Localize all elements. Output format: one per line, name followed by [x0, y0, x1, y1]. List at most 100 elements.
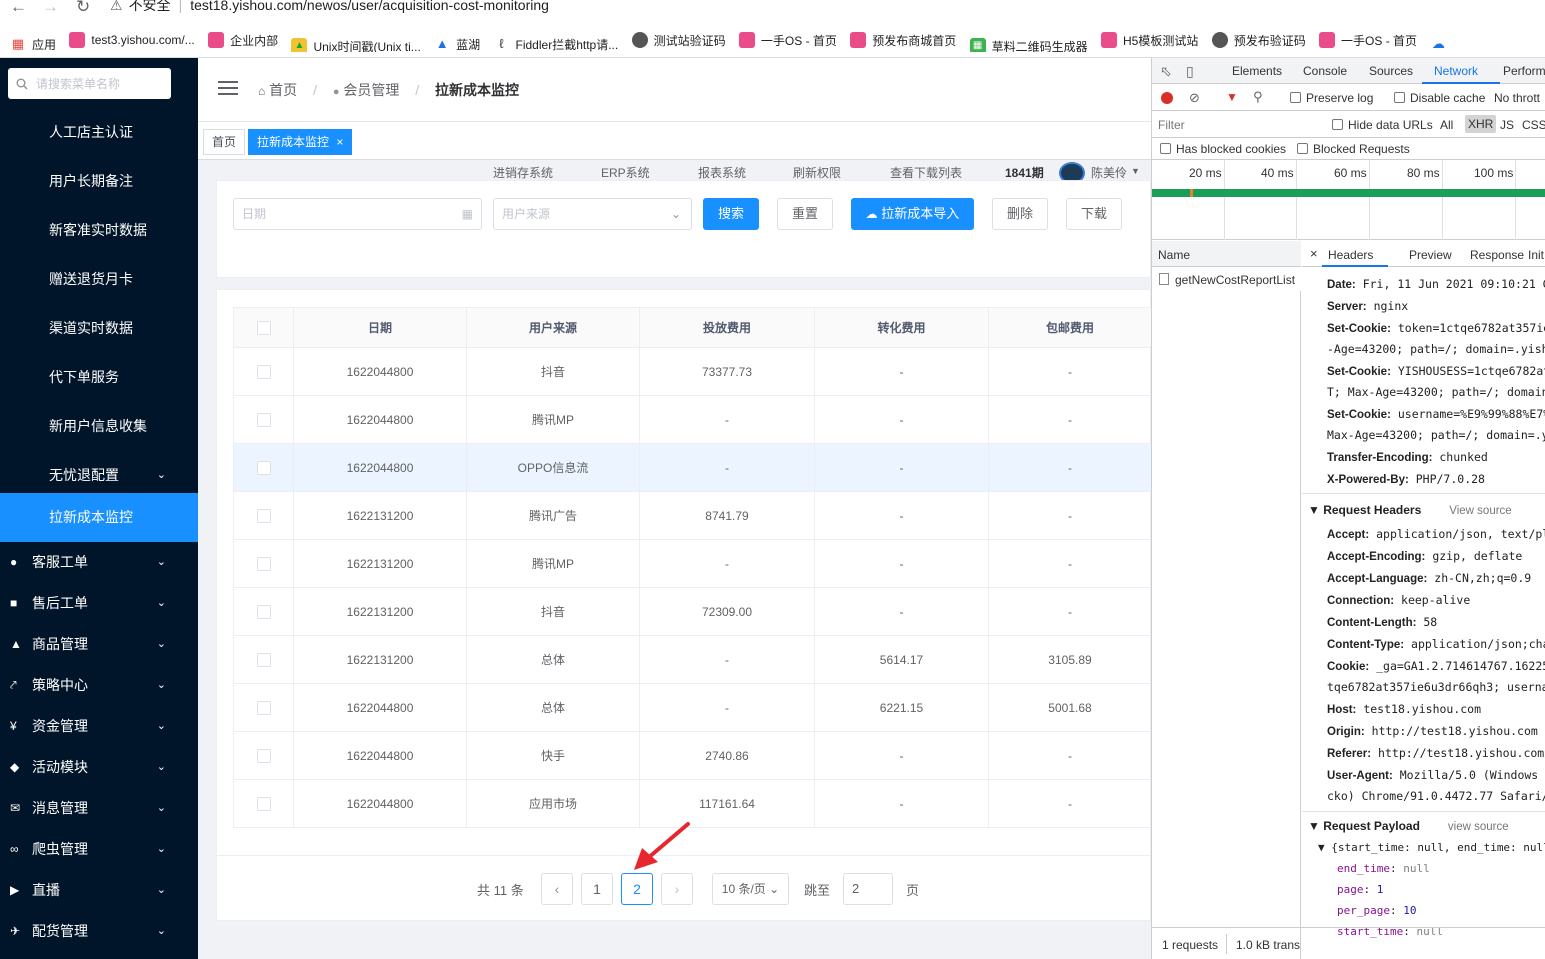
- detail-tab-response[interactable]: Response: [1470, 248, 1524, 262]
- type-js[interactable]: JS: [1500, 118, 1514, 132]
- menu-download-list[interactable]: 查看下载列表: [890, 164, 962, 181]
- sidebar-item-channel-data[interactable]: 渠道实时数据: [0, 304, 198, 353]
- payload-summary[interactable]: ▼ {start_time: null, end_time: null: [1318, 841, 1545, 854]
- address-bar[interactable]: ⚠ 不安全 | test18.yishou.com/newos/user/acquis…: [110, 0, 1210, 16]
- reload-icon[interactable]: ↻: [76, 0, 90, 17]
- row-checkbox[interactable]: [256, 748, 271, 763]
- inspect-icon[interactable]: ⬁: [1160, 63, 1172, 80]
- user-name[interactable]: 陈美伶: [1091, 164, 1127, 181]
- reset-button[interactable]: 重置: [777, 198, 833, 230]
- tab-sources[interactable]: Sources: [1369, 64, 1413, 78]
- blocked-cookies-checkbox[interactable]: Has blocked cookies: [1160, 142, 1286, 156]
- table-row[interactable]: 1622131200 腾讯MP - - -: [233, 539, 1151, 588]
- row-checkbox[interactable]: [256, 796, 271, 811]
- throttling-select[interactable]: No thrott: [1494, 91, 1540, 105]
- sidebar-group-products[interactable]: ▲ 商品管理 ⌄: [0, 624, 198, 665]
- type-xhr[interactable]: XHR: [1465, 115, 1497, 133]
- bookmark-item[interactable]: 一手OS - 首页: [738, 28, 837, 52]
- request-headers-section[interactable]: ▼ Request Headers View source: [1308, 503, 1512, 517]
- bookmark-item[interactable]: 预发布验证码: [1211, 28, 1306, 52]
- table-row[interactable]: 1622044800 抖音 73377.73- -: [233, 347, 1151, 396]
- source-select[interactable]: 用户来源 ⌄: [493, 198, 692, 230]
- device-icon[interactable]: ▯: [1186, 63, 1194, 80]
- delete-button[interactable]: 删除: [992, 198, 1048, 230]
- detail-tab-initiator[interactable]: Init: [1528, 248, 1544, 262]
- menu-search-input[interactable]: [36, 76, 156, 91]
- detail-tab-preview[interactable]: Preview: [1409, 248, 1452, 262]
- bookmark-item[interactable]: 企业内部: [208, 28, 278, 52]
- sidebar-item-acquisition-cost[interactable]: 拉新成本监控: [0, 493, 198, 542]
- sidebar-group-messages[interactable]: ✉ 消息管理 ⌄: [0, 788, 198, 829]
- detail-tab-headers[interactable]: Headers: [1328, 248, 1373, 262]
- bookmark-apps[interactable]: ▦ 应用: [10, 32, 56, 52]
- sidebar-group-after-sale[interactable]: ■ 售后工单 ⌄: [0, 583, 198, 624]
- record-icon[interactable]: [1161, 92, 1173, 104]
- close-icon[interactable]: ×: [336, 135, 343, 149]
- clear-icon[interactable]: ⊘: [1189, 90, 1200, 106]
- type-css[interactable]: CSS: [1522, 118, 1545, 132]
- table-row[interactable]: 1622044800 快手 2740.86- -: [233, 731, 1151, 780]
- row-checkbox[interactable]: [256, 364, 271, 379]
- select-all-checkbox[interactable]: [256, 320, 271, 335]
- tab-console[interactable]: Console: [1303, 64, 1347, 78]
- search-icon[interactable]: ⚲: [1253, 89, 1263, 105]
- sidebar-group-strategy[interactable]: ⤤ 策略中心 ⌄: [0, 665, 198, 706]
- bookmark-item[interactable]: 一手OS - 首页: [1319, 28, 1417, 52]
- filter-input[interactable]: Filter: [1158, 118, 1318, 136]
- breadcrumb-member[interactable]: 会员管理: [343, 82, 399, 98]
- sidebar-item-return-card[interactable]: 赠送退货月卡: [0, 255, 198, 304]
- table-row[interactable]: 1622131200 腾讯广告 8741.79- -: [233, 491, 1151, 540]
- row-checkbox[interactable]: [256, 556, 271, 571]
- tab-performance[interactable]: Perform: [1503, 64, 1545, 78]
- filter-icon[interactable]: ▼: [1226, 90, 1238, 104]
- sidebar-group-distribution[interactable]: ✈ 配货管理 ⌄: [0, 911, 198, 952]
- date-picker[interactable]: 日期 ▦: [233, 198, 482, 230]
- view-source-link[interactable]: View source: [1449, 505, 1511, 517]
- row-checkbox[interactable]: [256, 652, 271, 667]
- tag-home[interactable]: 首页: [203, 129, 246, 155]
- sidebar-group-live[interactable]: ▶ 直播 ⌄: [0, 870, 198, 911]
- sidebar-item-store-owner-auth[interactable]: 人工店主认证: [0, 108, 198, 157]
- blocked-requests-checkbox[interactable]: Blocked Requests: [1297, 142, 1410, 156]
- bookmark-item[interactable]: ▦ 草料二维码生成器: [969, 34, 1088, 52]
- request-payload-section[interactable]: ▼ Request Payload view source: [1308, 819, 1509, 833]
- hide-data-urls-checkbox[interactable]: Hide data URLs: [1332, 118, 1433, 132]
- table-row[interactable]: 1622044800 总体 -6221.15 5001.68: [233, 683, 1151, 732]
- row-checkbox[interactable]: [256, 700, 271, 715]
- table-row[interactable]: 1622044800 腾讯MP - - -: [233, 395, 1151, 444]
- sidebar-group-finance[interactable]: ¥ 资金管理 ⌄: [0, 706, 198, 747]
- table-row[interactable]: 1622131200 总体 -5614.17 3105.89: [233, 635, 1151, 684]
- jump-input[interactable]: 2: [843, 873, 893, 905]
- sidebar-item-user-remarks[interactable]: 用户长期备注: [0, 157, 198, 206]
- tab-elements[interactable]: Elements: [1232, 64, 1282, 78]
- download-button[interactable]: 下载: [1066, 198, 1122, 230]
- table-row[interactable]: 1622044800 OPPO信息流 - - -: [233, 443, 1151, 492]
- bookmark-item[interactable]: 测试站验证码: [631, 28, 726, 52]
- bookmark-item[interactable]: ☁: [1430, 32, 1452, 52]
- page-1[interactable]: 1: [581, 873, 613, 905]
- hamburger-icon[interactable]: [218, 81, 238, 97]
- close-icon[interactable]: ×: [1310, 246, 1318, 261]
- disable-cache-checkbox[interactable]: Disable cache: [1394, 91, 1485, 105]
- tag-acquisition-cost[interactable]: 拉新成本监控 ×: [248, 129, 353, 155]
- sidebar-item-new-user-info[interactable]: 新用户信息收集: [0, 402, 198, 451]
- menu-erp[interactable]: ERP系统: [601, 164, 650, 181]
- row-checkbox[interactable]: [256, 460, 271, 475]
- type-all[interactable]: All: [1440, 118, 1453, 132]
- row-checkbox[interactable]: [256, 508, 271, 523]
- bookmark-item[interactable]: ▲ Unix时间戳(Unix ti...: [291, 34, 421, 52]
- menu-refresh-permission[interactable]: 刷新权限: [793, 164, 841, 181]
- search-button[interactable]: 搜索: [703, 198, 759, 230]
- row-checkbox[interactable]: [256, 412, 271, 427]
- request-row[interactable]: getNewCostReportList: [1152, 267, 1301, 291]
- sidebar-group-crawler[interactable]: ∞ 爬虫管理 ⌄: [0, 829, 198, 870]
- table-row[interactable]: 1622131200 抖音 72309.00- -: [233, 587, 1151, 636]
- sidebar-item-proxy-order[interactable]: 代下单服务: [0, 353, 198, 402]
- breadcrumb-home[interactable]: 首页: [269, 82, 297, 98]
- sidebar-group-activity[interactable]: ◆ 活动模块 ⌄: [0, 747, 198, 788]
- import-button[interactable]: ☁ 拉新成本导入: [851, 198, 974, 230]
- bookmark-item[interactable]: H5模板测试站: [1101, 28, 1198, 52]
- view-source-link[interactable]: view source: [1448, 821, 1509, 833]
- bookmark-item[interactable]: 预发布商城首页: [850, 28, 956, 52]
- page-size-select[interactable]: 10 条/页 ⌄: [712, 873, 789, 905]
